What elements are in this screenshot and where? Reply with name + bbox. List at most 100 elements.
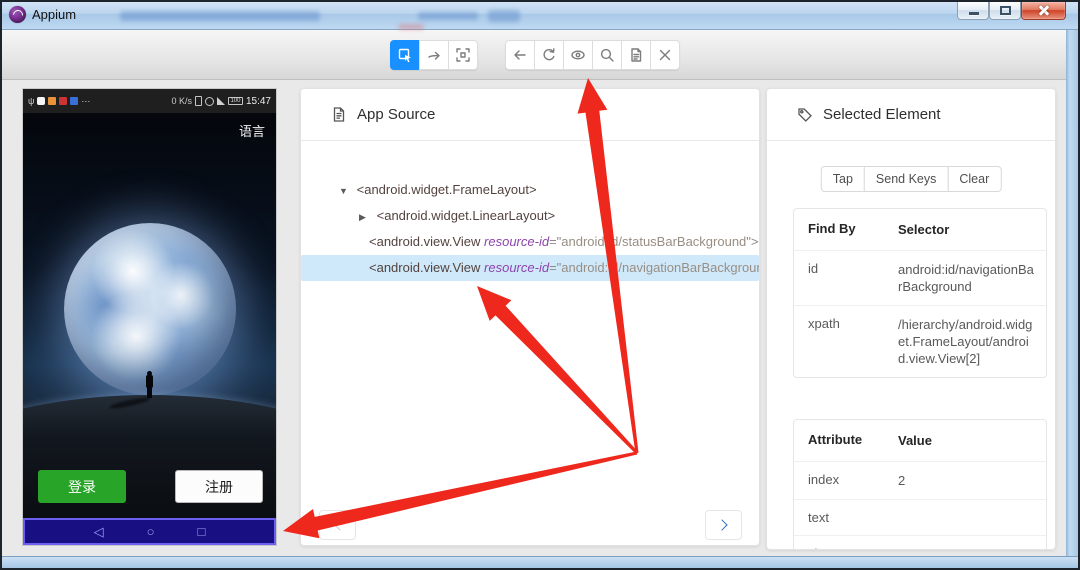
tree-attr-name: resource-id — [484, 260, 549, 275]
clock-time: 15:47 — [246, 96, 271, 107]
login-button[interactable]: 登录 — [38, 470, 126, 503]
vibrate-icon — [195, 96, 202, 106]
column-header: Value — [898, 420, 1046, 461]
find-by-key: xpath — [794, 306, 898, 377]
find-by-key: id — [794, 251, 898, 305]
swipe-by-coordinates-button[interactable] — [419, 40, 449, 70]
tag-icon — [797, 107, 813, 123]
tree-node-tag: <android.view.View — [369, 260, 484, 275]
find-by-value: android:id/navigationBarBackground — [898, 251, 1046, 305]
alarm-icon — [205, 97, 214, 106]
caret-down-icon[interactable]: ▼ — [339, 178, 353, 203]
network-speed: 0 K/s — [171, 96, 192, 106]
panel-title: Selected Element — [823, 106, 941, 123]
clear-button[interactable]: Clear — [947, 166, 1001, 192]
person-silhouette — [145, 371, 153, 399]
file-text-icon — [331, 106, 347, 123]
expand-panel-button[interactable] — [705, 510, 742, 540]
navigation-bar-highlighted[interactable]: ◁ ○ □ — [23, 518, 276, 545]
column-header: Attribute — [794, 420, 898, 461]
selected-element-panel: Selected Element Tap Send Keys Clear Fin… — [766, 88, 1056, 550]
app-source-header: App Source — [301, 89, 759, 141]
column-header: Selector — [898, 209, 1046, 250]
minimize-icon — [969, 12, 979, 15]
source-xml-tree: ▼ <android.widget.FrameLayout> ▶ <androi… — [301, 177, 759, 281]
nav-recents-icon[interactable]: □ — [198, 524, 206, 539]
signal-strength-icon — [217, 97, 225, 105]
tap-by-coordinates-button[interactable] — [448, 40, 478, 70]
maximize-icon — [1000, 6, 1011, 15]
document-icon — [628, 47, 644, 63]
device-screenshot-mirror[interactable]: ψ ⋯ 0 K/s 100 15:47 语言 登录 注册 ◁ ○ □ — [22, 88, 277, 546]
window-title: Appium — [32, 7, 76, 22]
app-screen[interactable]: 语言 登录 注册 — [23, 113, 276, 520]
earth-wallpaper — [64, 223, 236, 395]
message-icon — [37, 97, 45, 105]
minimize-button[interactable] — [957, 2, 989, 20]
tree-node-tag: <android.view.View — [369, 234, 484, 249]
window-border-right — [1066, 30, 1078, 558]
window-titlebar[interactable]: Appium — [0, 0, 1080, 30]
titlebar-ghost-text — [488, 10, 520, 22]
device-statusbar: ψ ⋯ 0 K/s 100 15:47 — [23, 89, 276, 113]
select-elements-icon — [397, 47, 413, 63]
appium-logo-icon — [9, 6, 26, 23]
tree-attr-eq: =" — [549, 234, 561, 249]
usb-icon: ψ — [28, 96, 34, 106]
tree-attr-name: resource-id — [484, 234, 549, 249]
register-button[interactable]: 注册 — [175, 470, 263, 503]
back-button[interactable] — [505, 40, 535, 70]
tree-node-linearlayout[interactable]: ▶ <android.widget.LinearLayout> — [301, 203, 759, 229]
maximize-button[interactable] — [989, 2, 1021, 20]
table-row: class android.view.Vie — [794, 535, 1046, 550]
table-row: xpath /hierarchy/android.widget.FrameLay… — [794, 305, 1046, 377]
close-window-button[interactable] — [1021, 2, 1066, 20]
tap-button[interactable]: Tap — [821, 166, 865, 192]
send-keys-button[interactable]: Send Keys — [864, 166, 948, 192]
tree-node-statusbar-view[interactable]: <android.view.View resource-id="android:… — [301, 229, 759, 255]
refresh-button[interactable] — [534, 40, 564, 70]
element-actions: Tap Send Keys Clear — [821, 166, 1002, 192]
table-row: id android:id/navigationBarBackground — [794, 250, 1046, 305]
close-session-icon — [657, 47, 673, 63]
eye-icon — [570, 47, 586, 63]
tree-attr-value: android:id/statusBarBackground — [561, 234, 746, 249]
quit-session-button[interactable] — [650, 40, 680, 70]
tree-attr-value: android:id/navigationBarBackground — [561, 260, 759, 275]
language-button[interactable]: 语言 — [239, 121, 265, 140]
tree-node-framelayout[interactable]: ▼ <android.widget.FrameLayout> — [301, 177, 759, 203]
table-row: index 2 — [794, 461, 1046, 499]
attribute-value — [898, 500, 1046, 535]
search-icon — [599, 47, 615, 63]
selected-element-header: Selected Element — [767, 89, 1055, 141]
battery-icon: 100 — [228, 97, 243, 105]
table-header-row: Attribute Value — [794, 420, 1046, 461]
select-elements-button[interactable] — [390, 40, 420, 70]
search-elements-button[interactable] — [592, 40, 622, 70]
panel-title: App Source — [357, 106, 435, 123]
nav-back-icon[interactable]: ◁ — [94, 524, 104, 540]
attribute-key: index — [794, 462, 898, 499]
refresh-icon — [541, 47, 557, 63]
attribute-value: android.view.Vie — [898, 536, 1046, 550]
chevron-left-icon — [334, 519, 345, 530]
caret-right-icon[interactable]: ▶ — [359, 204, 373, 229]
titlebar-ghost-text — [120, 11, 320, 21]
collapse-panel-button[interactable] — [319, 510, 356, 540]
column-header: Find By — [794, 209, 898, 250]
action-button-group — [505, 40, 680, 70]
attributes-table: Attribute Value index 2 text class andro… — [793, 419, 1047, 550]
nav-home-icon[interactable]: ○ — [147, 524, 155, 539]
tree-node-navigationbar-view-selected[interactable]: <android.view.View resource-id="android:… — [301, 255, 759, 281]
table-row: text — [794, 499, 1046, 535]
more-notifications-icon: ⋯ — [81, 96, 90, 107]
find-by-value: /hierarchy/android.widget.FrameLayout/an… — [898, 306, 1046, 377]
back-arrow-icon — [512, 47, 528, 63]
swipe-icon — [426, 47, 442, 63]
titlebar-ghost-text — [418, 12, 478, 20]
copy-xml-button[interactable] — [621, 40, 651, 70]
screenshot-visibility-button[interactable] — [563, 40, 593, 70]
tree-attr-eq: =" — [549, 260, 561, 275]
tap-coordinates-icon — [455, 47, 471, 63]
attribute-key: class — [794, 536, 898, 550]
